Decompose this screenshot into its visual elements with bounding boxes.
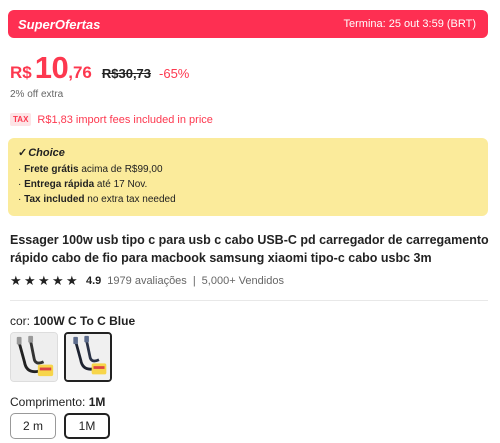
tax-text: R$1,83 import fees included in price — [37, 113, 213, 126]
choice-title: ✓ Choice — [18, 146, 478, 160]
length-options: 2 m 1M — [10, 413, 110, 439]
choice-item-tax: · Tax included no extra tax needed — [18, 194, 176, 205]
selected-length: 1M — [88, 395, 106, 409]
star-icon: ★ — [10, 273, 22, 288]
star-icon: ★ — [66, 273, 78, 288]
length-option-1m-selected[interactable]: 1M — [64, 413, 110, 439]
separator: | — [192, 274, 196, 287]
review-count[interactable]: 1979 avaliações — [107, 275, 187, 287]
selected-color: 100W C To C Blue — [33, 314, 136, 328]
divider — [10, 300, 488, 301]
star-icon: ★ — [38, 273, 50, 288]
color-swatch-option-selected[interactable] — [64, 332, 112, 382]
choice-box[interactable]: ✓ Choice · Frete grátis acima de R$99,00… — [8, 138, 488, 216]
product-title: Essager 100w usb tipo c para usb c cabo … — [10, 233, 489, 265]
rating-score: 4.9 — [86, 274, 102, 287]
banner-brand: SuperOfertas — [18, 16, 101, 32]
discount-badge: -65% — [159, 66, 190, 81]
rating-row[interactable]: ★ ★ ★ ★ ★ 4.9 1979 avaliações | 5,000+ V… — [10, 274, 284, 287]
price-integer: 10 — [34, 50, 69, 85]
sold-count: 5,000+ Vendidos — [201, 274, 284, 287]
star-icon: ★ — [52, 273, 64, 288]
cable-image — [66, 334, 110, 380]
cable-image — [11, 333, 57, 381]
choice-item-shipping: · Frete grátis acima de R$99,00 — [18, 164, 163, 175]
length-label: Comprimento: 1M — [10, 395, 106, 409]
choice-item-delivery: · Entrega rápida até 17 Nov. — [18, 179, 148, 190]
rating-stars: ★ ★ ★ ★ ★ — [10, 274, 80, 287]
price-decimal: ,76 — [68, 63, 92, 82]
color-label: cor: 100W C To C Blue — [10, 314, 136, 328]
color-swatches — [10, 332, 112, 382]
old-price: R$30,73 — [101, 66, 152, 81]
superofertas-banner: SuperOfertas Termina: 25 out 3:59 (BRT) — [8, 10, 488, 38]
checkmark-icon: ✓ — [18, 147, 28, 159]
tax-row: TAX R$1,83 import fees included in price — [10, 113, 213, 126]
price-row: R$ 10 ,76 R$30,73 -65% — [10, 50, 189, 86]
length-option-2m[interactable]: 2 m — [10, 413, 56, 439]
extra-discount: 2% off extra — [10, 89, 64, 100]
tax-badge: TAX — [10, 113, 32, 126]
banner-timer: Termina: 25 out 3:59 (BRT) — [343, 18, 476, 30]
price-currency: R$ — [10, 63, 32, 82]
color-swatch-option[interactable] — [10, 332, 58, 382]
choice-label: Choice — [28, 146, 65, 159]
star-icon: ★ — [24, 273, 36, 288]
